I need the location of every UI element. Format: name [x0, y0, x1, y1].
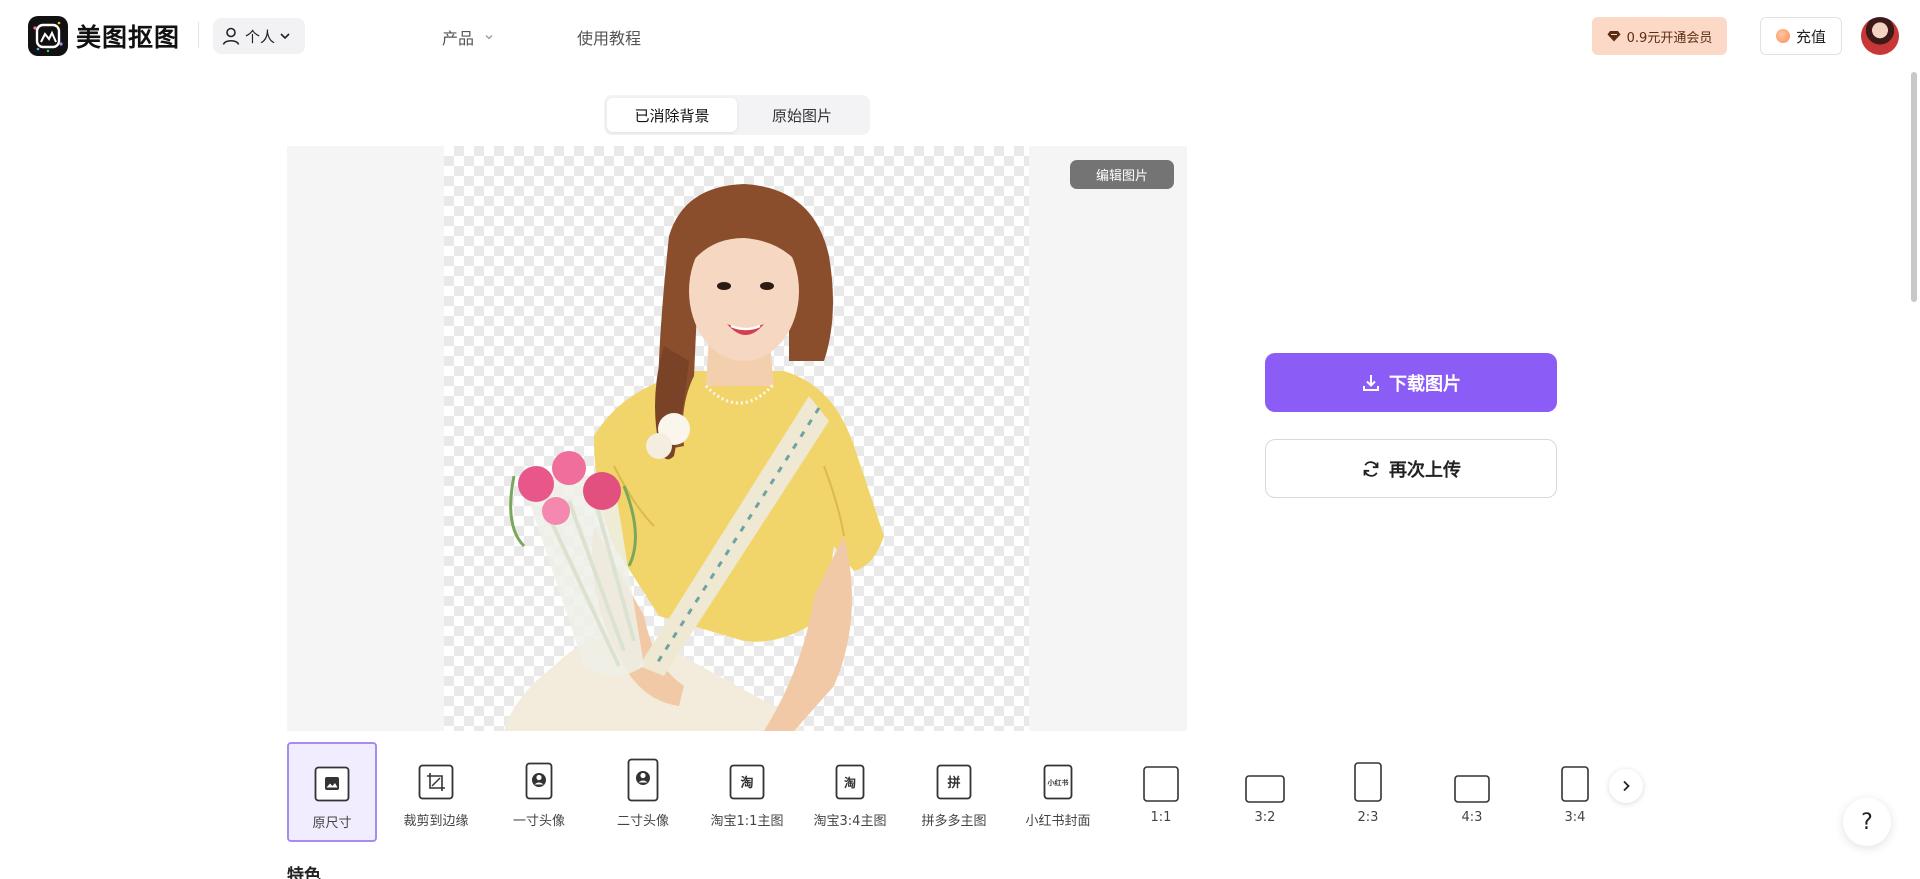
ratio-portrait-icon: [1354, 762, 1382, 802]
size-option-2inch-portrait[interactable]: 二寸头像: [598, 742, 688, 842]
account-type-dropdown[interactable]: 个人: [213, 18, 305, 54]
size-option-label: 淘宝1:1主图: [710, 814, 784, 829]
cutout-portrait-image: [504, 184, 884, 731]
size-option-ratio-4-3[interactable]: 4:3: [1427, 742, 1517, 842]
xiaohongshu-icon: 小红书: [1043, 764, 1073, 800]
brand-name: 美图抠图: [76, 23, 181, 52]
ratio-landscape-icon: [1245, 775, 1285, 803]
size-option-ratio-3-4[interactable]: 3:4: [1530, 742, 1620, 842]
taobao-glyph: 淘: [740, 775, 753, 791]
edit-image-button[interactable]: 编辑图片: [1070, 160, 1174, 189]
ratio-square-icon: [1143, 766, 1179, 802]
size-option-label: 原尺寸: [312, 816, 352, 831]
chevron-down-icon: [280, 33, 290, 40]
taobao-icon: 淘: [835, 764, 865, 800]
size-option-taobao-1-1[interactable]: 淘 淘宝1:1主图: [702, 742, 792, 842]
taobao-glyph: 淘: [844, 775, 856, 790]
transparent-background: [444, 146, 1029, 731]
vip-subscribe-label: 0.9元开通会员: [1626, 30, 1713, 46]
size-option-label: 3:2: [1254, 810, 1276, 825]
portrait-icon: [627, 758, 659, 802]
size-option-label: 裁剪到边缘: [403, 814, 469, 829]
page-scrollbar[interactable]: [1911, 72, 1917, 302]
ratio-landscape-icon: [1454, 775, 1490, 803]
diamond-icon: [1607, 31, 1621, 42]
portrait-icon: [525, 762, 553, 800]
brand-logo[interactable]: 美图抠图: [28, 16, 180, 56]
result-preview-panel: 编辑图片: [287, 146, 1187, 731]
size-option-original[interactable]: 原尺寸: [287, 742, 377, 842]
coin-icon: [1775, 29, 1790, 43]
size-option-label: 4:3: [1461, 810, 1483, 825]
taobao-icon: 淘: [729, 764, 765, 800]
size-option-xiaohongshu[interactable]: 小红书 小红书封面: [1013, 742, 1103, 842]
tab-original-image[interactable]: 原始图片: [737, 98, 867, 132]
size-option-taobao-3-4[interactable]: 淘 淘宝3:4主图: [805, 742, 895, 842]
meitu-logo-icon: [28, 16, 68, 56]
header-divider: [198, 22, 199, 48]
top-header: 美图抠图 个人 产品 使用教程 0.9元开通会员 充值: [0, 0, 1920, 72]
download-image-label: 下载图片: [1389, 373, 1461, 395]
pinduoduo-glyph: 拼: [947, 775, 960, 791]
strip-next-button[interactable]: [1609, 769, 1643, 803]
tab-removed-background[interactable]: 已消除背景: [607, 98, 737, 132]
image-icon: [314, 766, 350, 802]
size-option-label: 一寸头像: [512, 814, 565, 829]
user-avatar[interactable]: [1861, 17, 1899, 55]
nav-product-menu[interactable]: 产品: [442, 25, 494, 49]
vip-subscribe-button[interactable]: 0.9元开通会员: [1592, 17, 1727, 55]
size-option-pinduoduo[interactable]: 拼 拼多多主图: [909, 742, 999, 842]
view-toggle: 已消除背景 原始图片: [604, 95, 870, 135]
nav-product-label: 产品: [442, 29, 475, 48]
recharge-button[interactable]: 充值: [1760, 17, 1842, 55]
size-option-label: 二寸头像: [616, 814, 669, 829]
download-image-button[interactable]: 下载图片: [1265, 353, 1557, 412]
size-option-label: 3:4: [1564, 810, 1586, 825]
size-option-ratio-3-2[interactable]: 3:2: [1220, 742, 1310, 842]
size-option-label: 1:1: [1150, 810, 1172, 825]
size-option-label: 小红书封面: [1025, 814, 1091, 829]
crop-icon: [418, 764, 454, 800]
refresh-icon: [1363, 460, 1379, 477]
size-option-label: 拼多多主图: [921, 814, 987, 829]
help-button[interactable]: ?: [1843, 798, 1891, 846]
size-option-crop-to-edge[interactable]: 裁剪到边缘: [391, 742, 481, 842]
recharge-label: 充值: [1795, 27, 1826, 46]
reupload-button[interactable]: 再次上传: [1265, 439, 1557, 498]
chevron-right-icon: [1623, 780, 1630, 792]
ratio-portrait-icon: [1561, 766, 1589, 802]
account-type-label: 个人: [245, 27, 276, 46]
chevron-down-icon: [485, 35, 493, 40]
size-option-ratio-1-1[interactable]: 1:1: [1116, 742, 1206, 842]
reupload-label: 再次上传: [1389, 459, 1461, 481]
user-icon: [222, 27, 240, 45]
nav-tutorial-link[interactable]: 使用教程: [577, 25, 641, 49]
size-option-ratio-2-3[interactable]: 2:3: [1323, 742, 1413, 842]
xiaohongshu-glyph: 小红书: [1047, 778, 1069, 787]
pinduoduo-icon: 拼: [936, 764, 972, 800]
size-option-label: 2:3: [1357, 810, 1379, 825]
size-preset-strip: 原尺寸 裁剪到边缘 一寸头像 二寸头像 淘 淘宝1:1主图 淘 淘宝3:4主图 …: [287, 742, 1647, 842]
download-icon: [1363, 374, 1379, 391]
size-option-1inch-portrait[interactable]: 一寸头像: [494, 742, 584, 842]
section-heading: 特色: [287, 866, 321, 879]
size-option-label: 淘宝3:4主图: [813, 814, 887, 829]
